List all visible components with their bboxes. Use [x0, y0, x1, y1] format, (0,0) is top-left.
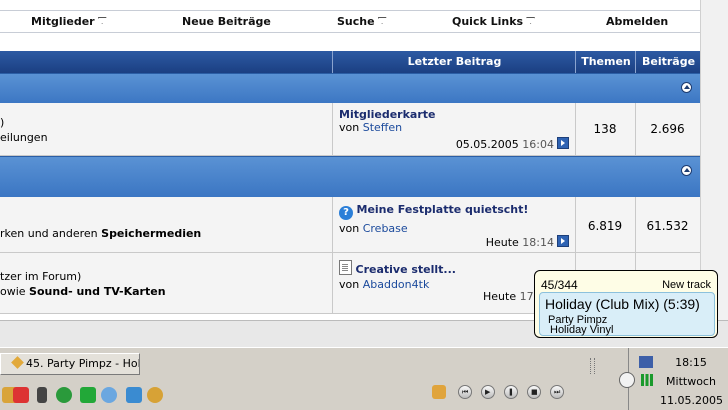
settings-icon[interactable] [126, 387, 142, 403]
acrobat-icon[interactable] [13, 387, 29, 403]
last-post-cell: ? Meine Festplatte quietscht! von Crebas… [339, 203, 569, 249]
last-post-cell: Mitgliederkarte von Steffen 05.05.2005 1… [339, 108, 569, 152]
go-to-post-icon[interactable] [557, 235, 569, 247]
track-title: Holiday (Club Mix) (5:39) [545, 296, 700, 312]
clock-time[interactable]: 18:15 [660, 356, 722, 369]
last-post-user[interactable]: Steffen [363, 121, 402, 134]
signal-icon[interactable] [641, 374, 653, 386]
nav-logout[interactable]: Abmelden [606, 15, 668, 28]
explorer-icon[interactable] [101, 387, 117, 403]
chevron-left-icon[interactable] [619, 372, 635, 388]
winamp-bar-icon[interactable] [432, 385, 446, 399]
next-track-icon[interactable]: ⏭ [550, 385, 564, 399]
question-icon: ? [339, 206, 353, 220]
thread-count: 6.819 [587, 219, 623, 233]
play-icon[interactable]: ▶ [481, 385, 495, 399]
collapse-icon[interactable] [681, 82, 692, 93]
clock-date: 11.05.2005 [660, 394, 723, 407]
header-posts: Beiträge [635, 51, 701, 73]
forum-description: rken und anderen Speichermedien [0, 227, 202, 240]
app-icon[interactable] [147, 387, 163, 403]
nav-quick-links[interactable]: Quick Links [452, 15, 536, 28]
last-post-title[interactable]: Meine Festplatte quietscht! [357, 203, 529, 216]
last-post-title[interactable]: Mitgliederkarte [339, 108, 569, 121]
last-post-title[interactable]: Creative stellt... [356, 263, 456, 276]
table-header: Letzter Beitrag Themen Beiträge [0, 51, 700, 73]
forum-row: rken und anderen Speichermedien ? Meine … [0, 197, 700, 253]
winamp-icon [11, 356, 24, 369]
last-post-user[interactable]: Crebase [363, 222, 408, 235]
nav-members[interactable]: Mitglieder [31, 15, 107, 28]
track-album: Holiday Vinyl [550, 324, 614, 336]
category-bar [0, 73, 700, 104]
playlist-position: 45/344 [541, 278, 578, 292]
clover-icon[interactable] [56, 387, 72, 403]
header-last-post: Letzter Beitrag [332, 51, 576, 73]
forum-navbar: Mitglieder Neue Beiträge Suche Quick Lin… [0, 10, 701, 33]
forum-description: ) eilungen [0, 116, 48, 144]
chevron-down-icon [97, 17, 107, 24]
nav-search[interactable]: Suche [337, 15, 387, 28]
forum-row: ) eilungen Mitgliederkarte von Steffen 0… [0, 103, 700, 156]
clock-day: Mittwoch [666, 375, 716, 388]
stop-icon[interactable]: ■ [527, 385, 541, 399]
toolbar-grip[interactable] [590, 358, 595, 374]
track-info: Holiday (Club Mix) (5:39) Party Pimpz Ho… [539, 292, 715, 336]
now-playing-popup[interactable]: 45/344 New track Holiday (Club Mix) (5:3… [534, 270, 718, 338]
category-bar [0, 156, 700, 197]
last-post-user[interactable]: Abaddon4tk [363, 278, 430, 291]
help-icon[interactable] [80, 387, 96, 403]
post-count: 61.532 [646, 219, 689, 233]
chevron-down-icon [526, 17, 536, 24]
chevron-down-icon [377, 17, 387, 24]
pause-icon[interactable]: ❚ [504, 385, 518, 399]
popup-label: New track [662, 279, 711, 291]
tool-icon[interactable] [37, 387, 47, 403]
go-to-post-icon[interactable] [557, 137, 569, 149]
nav-new-posts[interactable]: Neue Beiträge [182, 15, 271, 28]
taskbar-button-player[interactable]: 45. Party Pimpz - Hol... [0, 353, 140, 375]
post-count: 2.696 [650, 122, 685, 136]
previous-track-icon[interactable]: ⏮ [458, 385, 472, 399]
thread-count: 138 [593, 122, 617, 136]
network-icon[interactable] [639, 356, 653, 368]
document-icon [339, 260, 352, 275]
collapse-icon[interactable] [681, 165, 692, 176]
forum-description: tzer im Forum) owie Sound- und TV-Karten [0, 270, 166, 298]
header-threads: Themen [575, 51, 636, 73]
taskbar: 45. Party Pimpz - Hol... ⏮ ▶ ❚ ■ ⏭ 18:15… [0, 347, 728, 410]
